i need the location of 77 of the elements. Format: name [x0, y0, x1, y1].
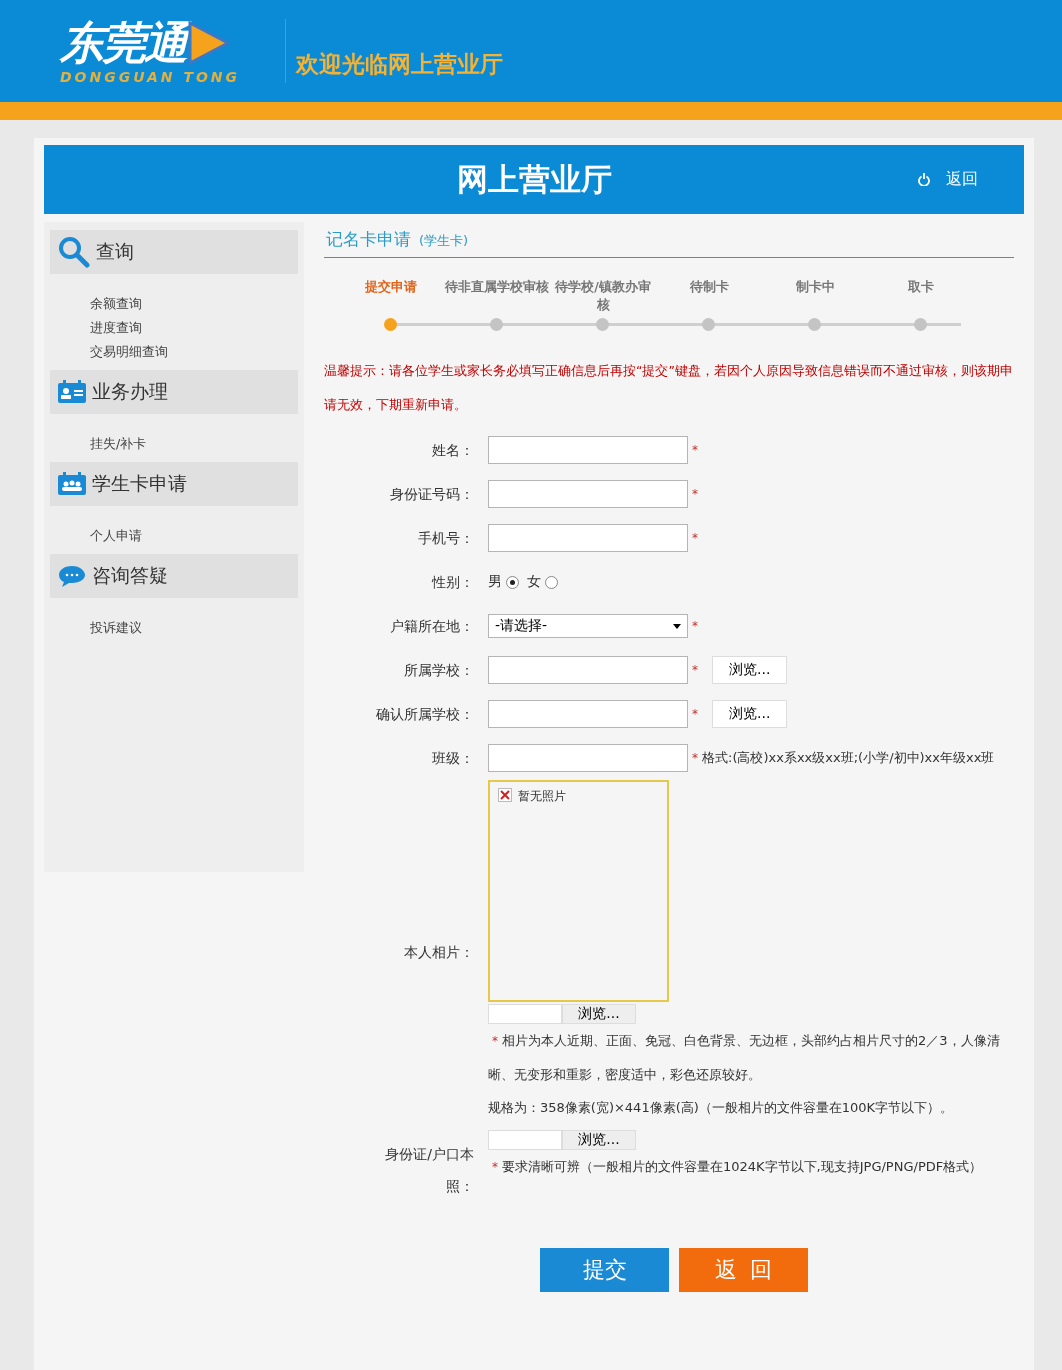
photo-alt-text: 暂无照片 [518, 788, 566, 805]
sidebar-item[interactable]: 交易明细查询 [90, 340, 304, 364]
id-card-icon [58, 380, 86, 404]
dropdown[interactable]: -请选择- [488, 614, 688, 638]
field-label: 所属学校： [403, 661, 474, 680]
field-label: 班级： [431, 749, 474, 768]
step-label: 待非直属学校审核 [445, 278, 549, 296]
heading-title: 记名卡申请 [326, 228, 411, 251]
field-label: 本人相片： [403, 943, 474, 962]
group-icon [58, 472, 86, 496]
step-label: 待制卡 [689, 278, 729, 296]
field-label: 手机号： [417, 529, 474, 548]
file-field[interactable] [488, 1130, 562, 1150]
radio-button[interactable] [545, 575, 558, 589]
power-icon [918, 173, 930, 186]
back-link[interactable]: 返回 [918, 169, 978, 190]
logo-subtitle: DONGGUAN TONG [60, 69, 241, 85]
field-label: 户籍所在地： [389, 617, 474, 636]
step-dot [384, 318, 397, 331]
sidebar-section[interactable]: 咨询答疑 [50, 554, 298, 598]
sidebar-item[interactable]: 个人申请 [90, 524, 304, 548]
step-dot [490, 318, 503, 331]
required-mark: * [692, 531, 698, 545]
radio-label: 男 [488, 573, 502, 591]
step-label: 取卡 [908, 278, 934, 296]
photo-requirements: * 相片为本人近期、正面、免冠、白色背景、无边框，头部约占相片尺寸的2／3，人像清晰、无变形和重影，密度适中，彩色还原较好。 [488, 1032, 1001, 1084]
step-label: 提交申请 [365, 278, 417, 296]
upload-requirements: * 要求清晰可辨（一般相片的文件容量在1024K字节以下,现支持JPG/PNG/PDF格式） [491, 1158, 984, 1176]
step-dot [702, 318, 715, 331]
required-mark: * [692, 619, 698, 633]
sidebar-section[interactable]: 学生卡申请 [50, 462, 298, 506]
input-field[interactable] [488, 524, 688, 552]
sidebar-item[interactable]: 挂失/补卡 [90, 432, 304, 456]
sidebar-item[interactable]: 投诉建议 [90, 616, 304, 640]
required-mark: * [692, 751, 698, 765]
chat-icon [58, 564, 86, 588]
sidebar-item[interactable]: 进度查询 [90, 316, 304, 340]
heading-subtitle: (学生卡) [419, 232, 469, 250]
field-label: 身份证号码： [389, 485, 474, 504]
sidebar-item[interactable]: 余额查询 [90, 292, 304, 316]
search-icon [58, 236, 90, 268]
caret-icon [673, 623, 681, 629]
format-hint: 格式:(高校)xx系xx级xx班;(小学/初中)xx年级xx班 [702, 749, 995, 767]
radio-label: 女 [527, 573, 541, 591]
field-label: 身份证/户口本照： [384, 1145, 474, 1196]
field-label: 确认所属学校： [375, 705, 474, 724]
input-field[interactable] [488, 744, 688, 772]
input-field[interactable] [488, 656, 688, 684]
step-label: 待学校/镇教办审核 [554, 278, 652, 314]
field-label: 姓名： [431, 441, 474, 460]
step-dot [914, 318, 927, 331]
input-field[interactable] [488, 700, 688, 728]
browse-button[interactable]: 浏览... [562, 1004, 636, 1024]
sidebar-section[interactable]: 查询 [50, 230, 298, 274]
broken-image-icon [498, 788, 512, 802]
required-mark: * [692, 443, 698, 457]
submit-button[interactable]: 提交 [540, 1248, 669, 1292]
required-mark: * [692, 487, 698, 501]
notice-text: 温馨提示：请各位学生或家长务必填写正确信息后再按“提交”键盘，若因个人原因导致信息错误而不通过审核，则该期申请无效，下期重新申请。 [324, 362, 1014, 414]
step-dot [808, 318, 821, 331]
play-arrow-icon [188, 21, 230, 65]
field-label: 性别： [430, 573, 474, 592]
sidebar-section[interactable]: 业务办理 [50, 370, 298, 414]
file-field[interactable] [488, 1004, 562, 1024]
input-field[interactable] [488, 480, 688, 508]
browse-button[interactable]: 浏览... [562, 1130, 636, 1150]
radio-button[interactable] [506, 575, 519, 589]
required-mark: * [692, 663, 698, 677]
step-dot [596, 318, 609, 331]
step-label: 制卡中 [795, 278, 835, 296]
page-title: 网上营业厅 [456, 159, 612, 199]
photo-spec: 规格为：358像素(宽)×441像素(高)（一般相片的文件容量在100K字节以下）。 [488, 1099, 955, 1117]
browse-button[interactable]: 浏览... [712, 656, 788, 684]
input-field[interactable] [488, 436, 688, 464]
browse-button[interactable]: 浏览... [712, 700, 788, 728]
welcome-text: 欢迎光临网上营业厅 [296, 49, 503, 79]
required-mark: * [692, 707, 698, 721]
